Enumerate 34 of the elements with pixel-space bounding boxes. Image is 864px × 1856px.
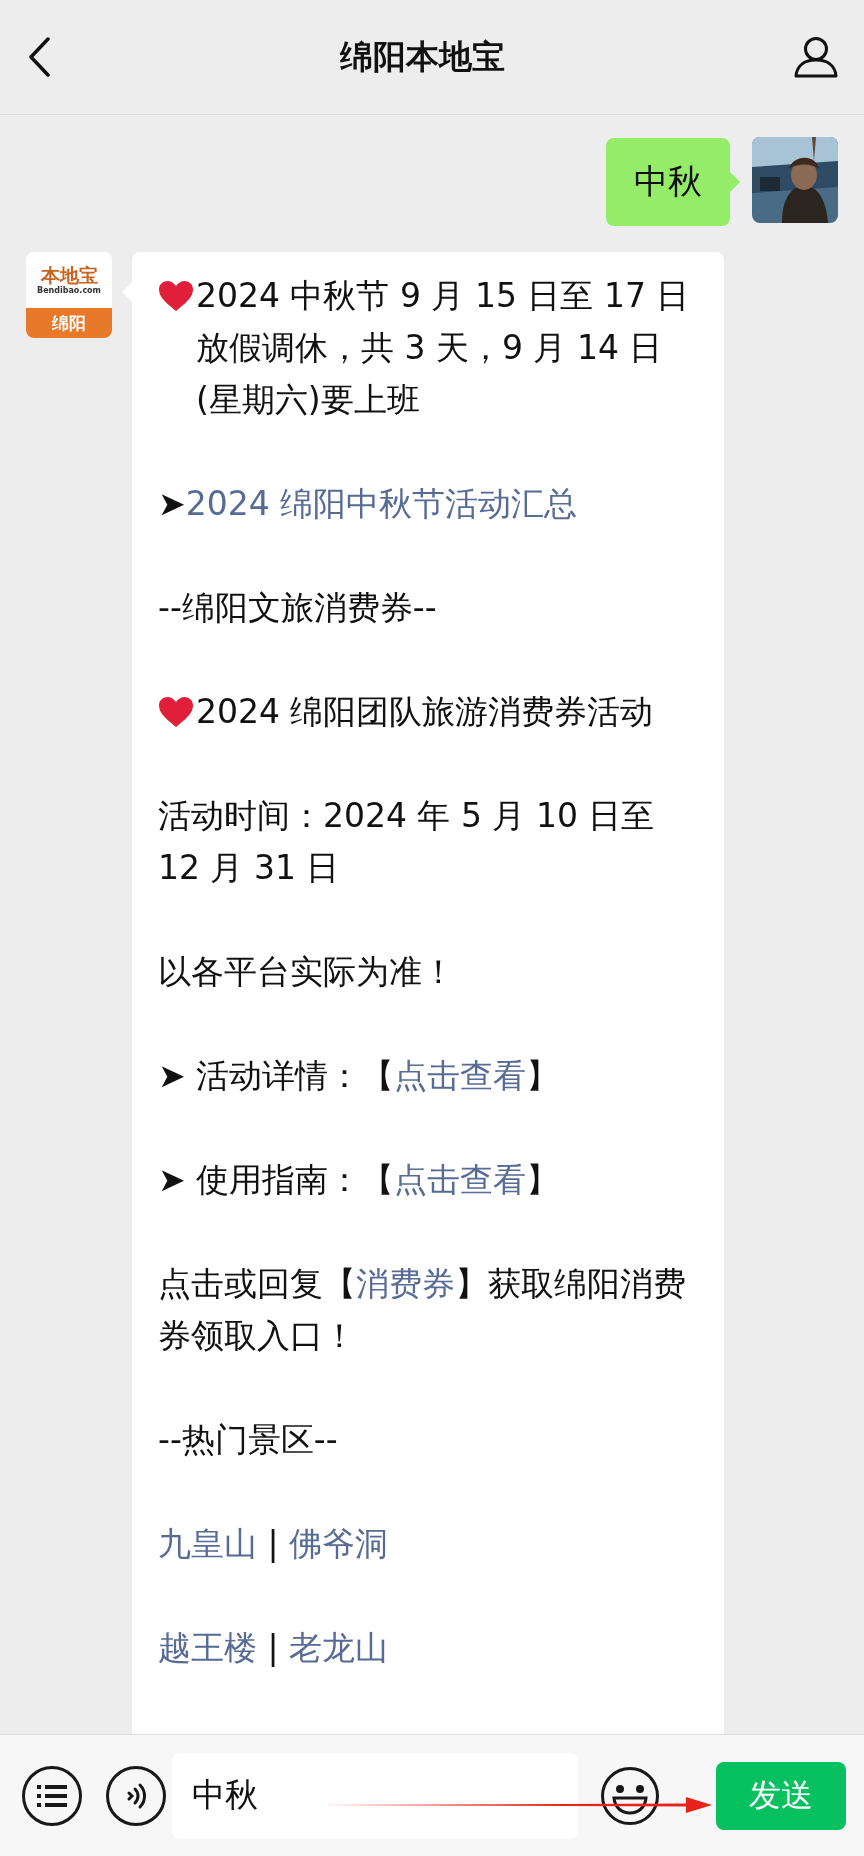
logo-city: 绵阳 — [26, 308, 112, 338]
person-icon[interactable] — [794, 36, 838, 78]
logo-text: 本地宝 — [40, 264, 98, 286]
message-text: ➤ 活动详情：【点击查看】 — [158, 1055, 561, 1097]
message-text: ➤ 使用指南：【点击查看】 — [158, 1159, 561, 1201]
message-text: 点击或回复【消费券】获取绵阳消费券领取入口！ — [158, 1263, 687, 1357]
message-text: --热门景区-- — [158, 1419, 339, 1461]
link[interactable]: 点击查看 — [394, 1160, 527, 1199]
heart-icon — [158, 696, 194, 728]
link[interactable]: 点击查看 — [394, 1056, 527, 1095]
back-icon[interactable] — [28, 37, 50, 77]
message-text: --绵阳文旅消费券-- — [158, 587, 438, 629]
link[interactable]: 2024 绵阳中秋节活动汇总 — [185, 484, 578, 523]
emoji-icon[interactable] — [600, 1765, 660, 1826]
voice-icon[interactable] — [106, 1765, 166, 1826]
message-text: ➤2024 绵阳中秋节活动汇总 — [158, 483, 579, 525]
message-bubble: 中秋 — [606, 138, 730, 226]
link[interactable]: 越王楼 — [158, 1628, 257, 1667]
link[interactable]: 消费券 — [356, 1264, 455, 1303]
chat-title: 绵阳本地宝 — [339, 35, 505, 78]
message-input[interactable]: 中秋 — [172, 1752, 578, 1839]
message-text: 活动时间：2024 年 5 月 10 日至 12 月 31 日 — [158, 795, 656, 889]
link[interactable]: 九皇山 — [158, 1524, 257, 1563]
link[interactable]: 老龙山 — [289, 1628, 389, 1667]
message-text: 以各平台实际为准！ — [158, 951, 456, 993]
menu-icon[interactable] — [22, 1765, 82, 1826]
bubble-tail — [730, 172, 740, 192]
link[interactable]: 佛爷洞 — [289, 1524, 389, 1563]
message-text: 2024 绵阳团队旅游消费券活动 — [196, 691, 655, 733]
logo-domain: Bendibao.com — [37, 286, 101, 296]
message-text: 越王楼 | 老龙山 — [158, 1627, 390, 1669]
heart-icon — [158, 280, 194, 312]
message-text: 九皇山 | 佛爷洞 — [158, 1523, 390, 1565]
message-text: 2024 中秋节 9 月 15 日至 17 日放假调休，共 3 天，9 月 14 日(星期六)要上班 — [196, 275, 691, 421]
